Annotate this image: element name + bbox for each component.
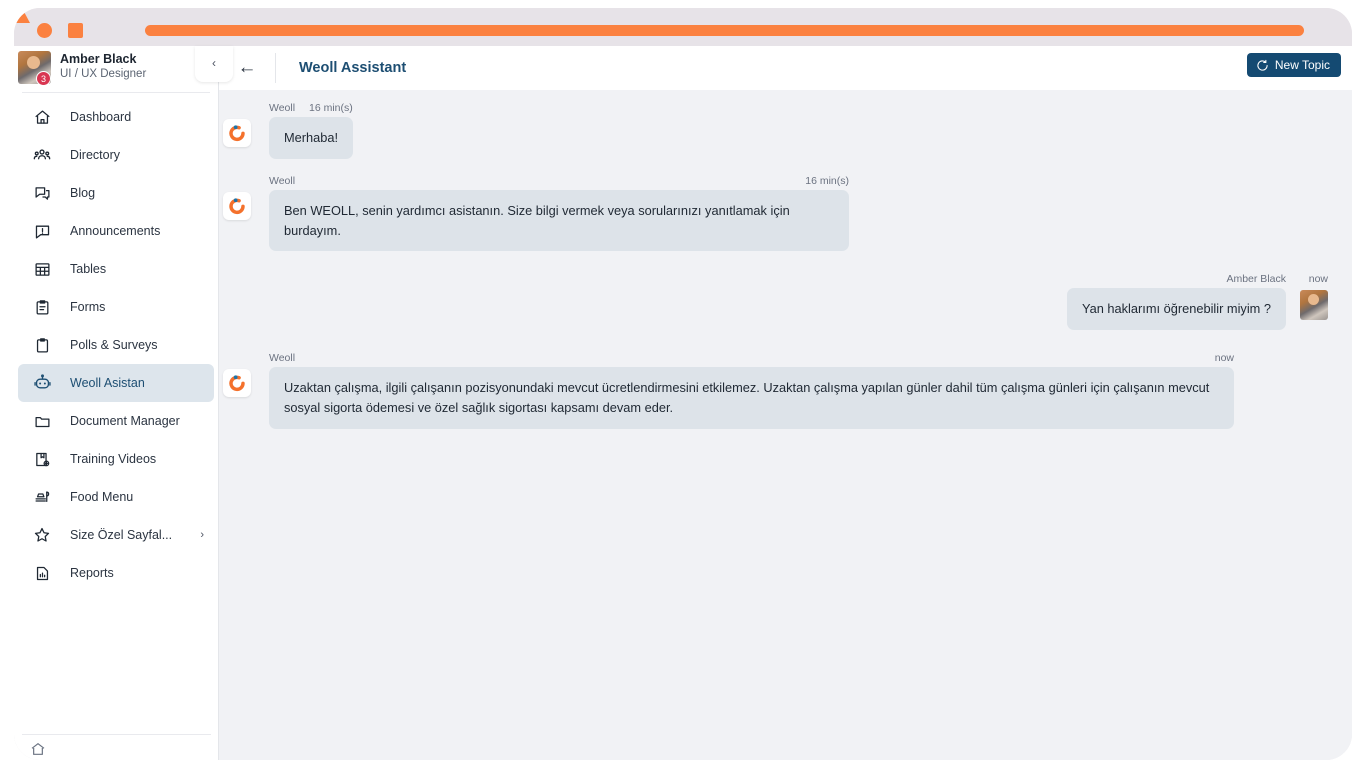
page-header: ← Weoll Assistant New Topic bbox=[219, 46, 1352, 90]
weoll-logo-icon bbox=[223, 119, 251, 147]
history-refresh-icon bbox=[1256, 59, 1269, 72]
weoll-logo-icon bbox=[223, 369, 251, 398]
message-meta: Weoll now bbox=[269, 352, 1234, 367]
chevron-right-icon: › bbox=[200, 529, 204, 541]
header-separator bbox=[275, 53, 276, 83]
sidebar-bottom-divider bbox=[22, 734, 211, 735]
sidebar-item-partial[interactable] bbox=[27, 738, 66, 760]
window-triangle-icon[interactable] bbox=[14, 8, 30, 23]
chat-message-bot: Weoll 16 min(s) Ben WEOLL, senin yardımc… bbox=[223, 175, 849, 252]
user-avatar bbox=[1300, 290, 1328, 321]
sidebar-item-food-menu[interactable]: Food Menu bbox=[18, 478, 214, 516]
sidebar-item-label: Weoll Asistan bbox=[70, 376, 145, 390]
notification-badge: 3 bbox=[36, 71, 51, 86]
message-sender: Weoll bbox=[269, 352, 296, 365]
chat-message-bot: Weoll now Uzaktan çalışma, ilgili çalışa… bbox=[223, 352, 1234, 429]
chat-message-list[interactable]: Weoll 16 min(s) Merhaba! Weoll 16 min(s)… bbox=[219, 90, 1352, 760]
window-circle-icon[interactable] bbox=[37, 23, 52, 38]
message-timestamp: now bbox=[1308, 273, 1328, 286]
avatar: 3 bbox=[18, 51, 51, 86]
people-icon bbox=[31, 144, 53, 166]
new-topic-label: New Topic bbox=[1274, 58, 1330, 72]
message-timestamp: 16 min(s) bbox=[309, 102, 353, 114]
sidebar: 3 Amber Black UI / UX Designer ‹ Dashboa… bbox=[14, 46, 233, 760]
message-bubble: Uzaktan çalışma, ilgili çalışanın pozisy… bbox=[269, 367, 1234, 429]
message-bubble: Merhaba! bbox=[269, 117, 354, 159]
sidebar-item-dashboard[interactable]: Dashboard bbox=[18, 98, 214, 136]
sidebar-item-blog[interactable]: Blog bbox=[18, 174, 214, 212]
sidebar-nav: Dashboard Directory Blog Announcements T… bbox=[14, 98, 218, 592]
message-meta: Amber Black now bbox=[1036, 273, 1328, 288]
sidebar-item-label: Document Manager bbox=[70, 414, 180, 428]
profile-role: UI / UX Designer bbox=[60, 68, 147, 80]
sidebar-item-forms[interactable]: Forms bbox=[18, 288, 214, 326]
sidebar-item-label: Directory bbox=[70, 148, 121, 162]
window-title-bar bbox=[14, 8, 1352, 46]
home-icon bbox=[31, 106, 53, 128]
sidebar-item-tables[interactable]: Tables bbox=[18, 250, 214, 288]
star-icon bbox=[31, 524, 53, 546]
profile-name: Amber Black bbox=[60, 52, 137, 66]
sidebar-item-size-ozel-sayfalar[interactable]: Size Özel Sayfal... › bbox=[18, 516, 214, 554]
sidebar-item-label: Blog bbox=[70, 186, 96, 200]
sidebar-item-weoll-asistan[interactable]: Weoll Asistan bbox=[18, 364, 214, 402]
clipboard-list-icon bbox=[31, 296, 53, 318]
sidebar-item-announcements[interactable]: Announcements bbox=[18, 212, 214, 250]
sidebar-profile[interactable]: 3 Amber Black UI / UX Designer bbox=[14, 46, 218, 88]
message-bubble: Ben WEOLL, senin yardımcı asistanın. Siz… bbox=[269, 189, 849, 252]
app-window: 3 Amber Black UI / UX Designer ‹ Dashboa… bbox=[14, 8, 1352, 760]
clipboard-icon bbox=[31, 334, 53, 356]
table-grid-icon bbox=[31, 258, 53, 280]
sidebar-item-label: Announcements bbox=[70, 224, 161, 238]
sidebar-item-label: Forms bbox=[70, 300, 106, 314]
sidebar-item-label: Dashboard bbox=[70, 110, 132, 124]
message-sender: Weoll bbox=[269, 102, 296, 114]
sidebar-item-label: Size Özel Sayfal... bbox=[70, 528, 173, 542]
address-bar[interactable] bbox=[145, 25, 1304, 36]
announcement-icon bbox=[31, 220, 53, 242]
new-topic-button[interactable]: New Topic bbox=[1246, 53, 1341, 77]
message-bubble: Yan haklarımı öğrenebilir miyim ? bbox=[1067, 288, 1286, 331]
weoll-logo-icon bbox=[223, 191, 251, 220]
chat-bubbles-icon bbox=[31, 182, 53, 204]
sidebar-divider bbox=[22, 92, 210, 93]
sidebar-item-directory[interactable]: Directory bbox=[18, 136, 214, 174]
robot-icon bbox=[31, 372, 53, 394]
sidebar-item-training-videos[interactable]: Training Videos bbox=[18, 440, 214, 478]
message-timestamp: now bbox=[1214, 352, 1234, 365]
message-sender: Weoll bbox=[269, 174, 296, 187]
chat-message-user: Amber Black now Yan haklarımı öğrenebili… bbox=[269, 273, 1334, 331]
sidebar-item-label: Training Videos bbox=[70, 452, 157, 466]
sidebar-item-label: Food Menu bbox=[70, 490, 134, 504]
sidebar-collapse-button[interactable]: ‹ bbox=[195, 46, 233, 82]
message-meta: Weoll 16 min(s) bbox=[269, 102, 377, 117]
chat-message-bot: Weoll 16 min(s) Merhaba! bbox=[223, 102, 377, 159]
message-sender: Amber Black bbox=[1226, 273, 1286, 286]
food-tray-icon bbox=[31, 486, 53, 508]
partial-icon bbox=[27, 738, 49, 760]
sidebar-item-polls-surveys[interactable]: Polls & Surveys bbox=[18, 326, 214, 364]
sidebar-item-label: Tables bbox=[70, 262, 107, 276]
sidebar-item-label: Polls & Surveys bbox=[70, 338, 158, 352]
video-book-icon bbox=[31, 448, 53, 470]
message-timestamp: 16 min(s) bbox=[805, 174, 849, 187]
sidebar-item-document-manager[interactable]: Document Manager bbox=[18, 402, 214, 440]
window-square-icon[interactable] bbox=[68, 23, 83, 38]
sidebar-item-label: Reports bbox=[70, 566, 114, 580]
report-chart-icon bbox=[31, 562, 53, 584]
folder-icon bbox=[31, 410, 53, 432]
content-area: 3 Amber Black UI / UX Designer ‹ Dashboa… bbox=[14, 46, 1352, 760]
main-panel: ← Weoll Assistant New Topic Weoll 16 min… bbox=[219, 46, 1352, 760]
message-meta: Weoll 16 min(s) bbox=[269, 175, 849, 190]
sidebar-item-reports[interactable]: Reports bbox=[18, 554, 214, 592]
page-title: Weoll Assistant bbox=[299, 60, 407, 76]
